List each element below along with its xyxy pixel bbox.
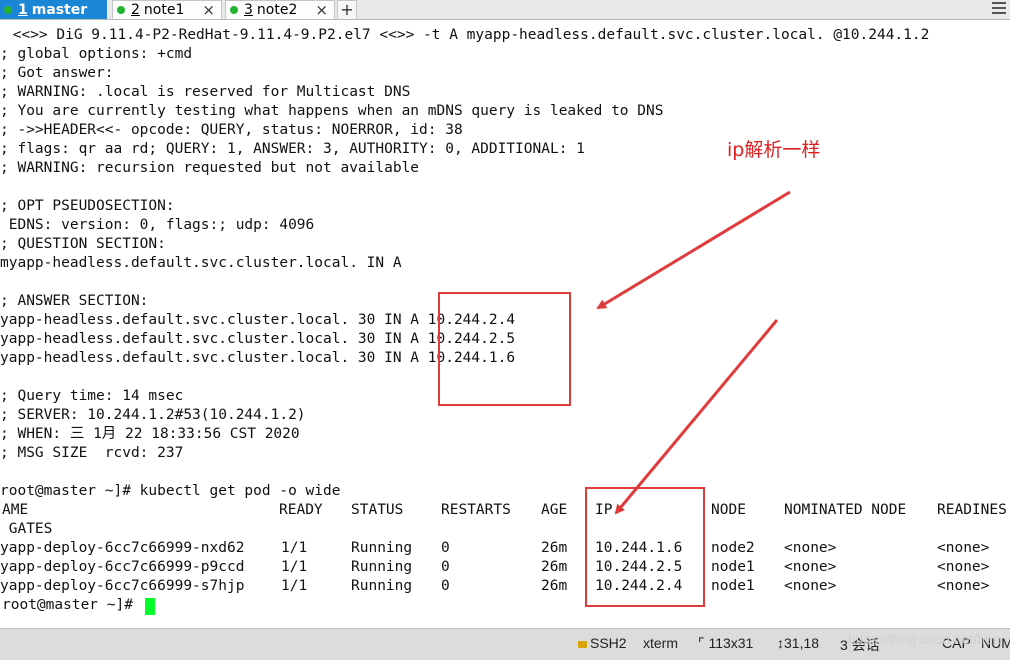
- resize-icon: ⌜: [698, 635, 705, 651]
- terminal-size: ⌜ 113x31: [698, 635, 753, 652]
- terminal-type: xterm: [643, 635, 678, 651]
- protocol-label: SSH2: [590, 635, 627, 651]
- cursor-position: ↕31,18: [777, 635, 819, 651]
- arrow-to-dns-answer: [596, 190, 791, 310]
- cursor-position-icon: ↕: [777, 635, 784, 651]
- annotation-arrows: [596, 190, 791, 515]
- lock-icon: [578, 641, 587, 648]
- cursor-position-label: 31,18: [784, 635, 820, 651]
- watermark: https://blog.csdn.net/hea: [848, 631, 1001, 647]
- terminal-size-label: 113x31: [708, 635, 754, 651]
- protocol-status: SSH2: [578, 635, 627, 651]
- arrow-to-pod-ip: [614, 319, 779, 515]
